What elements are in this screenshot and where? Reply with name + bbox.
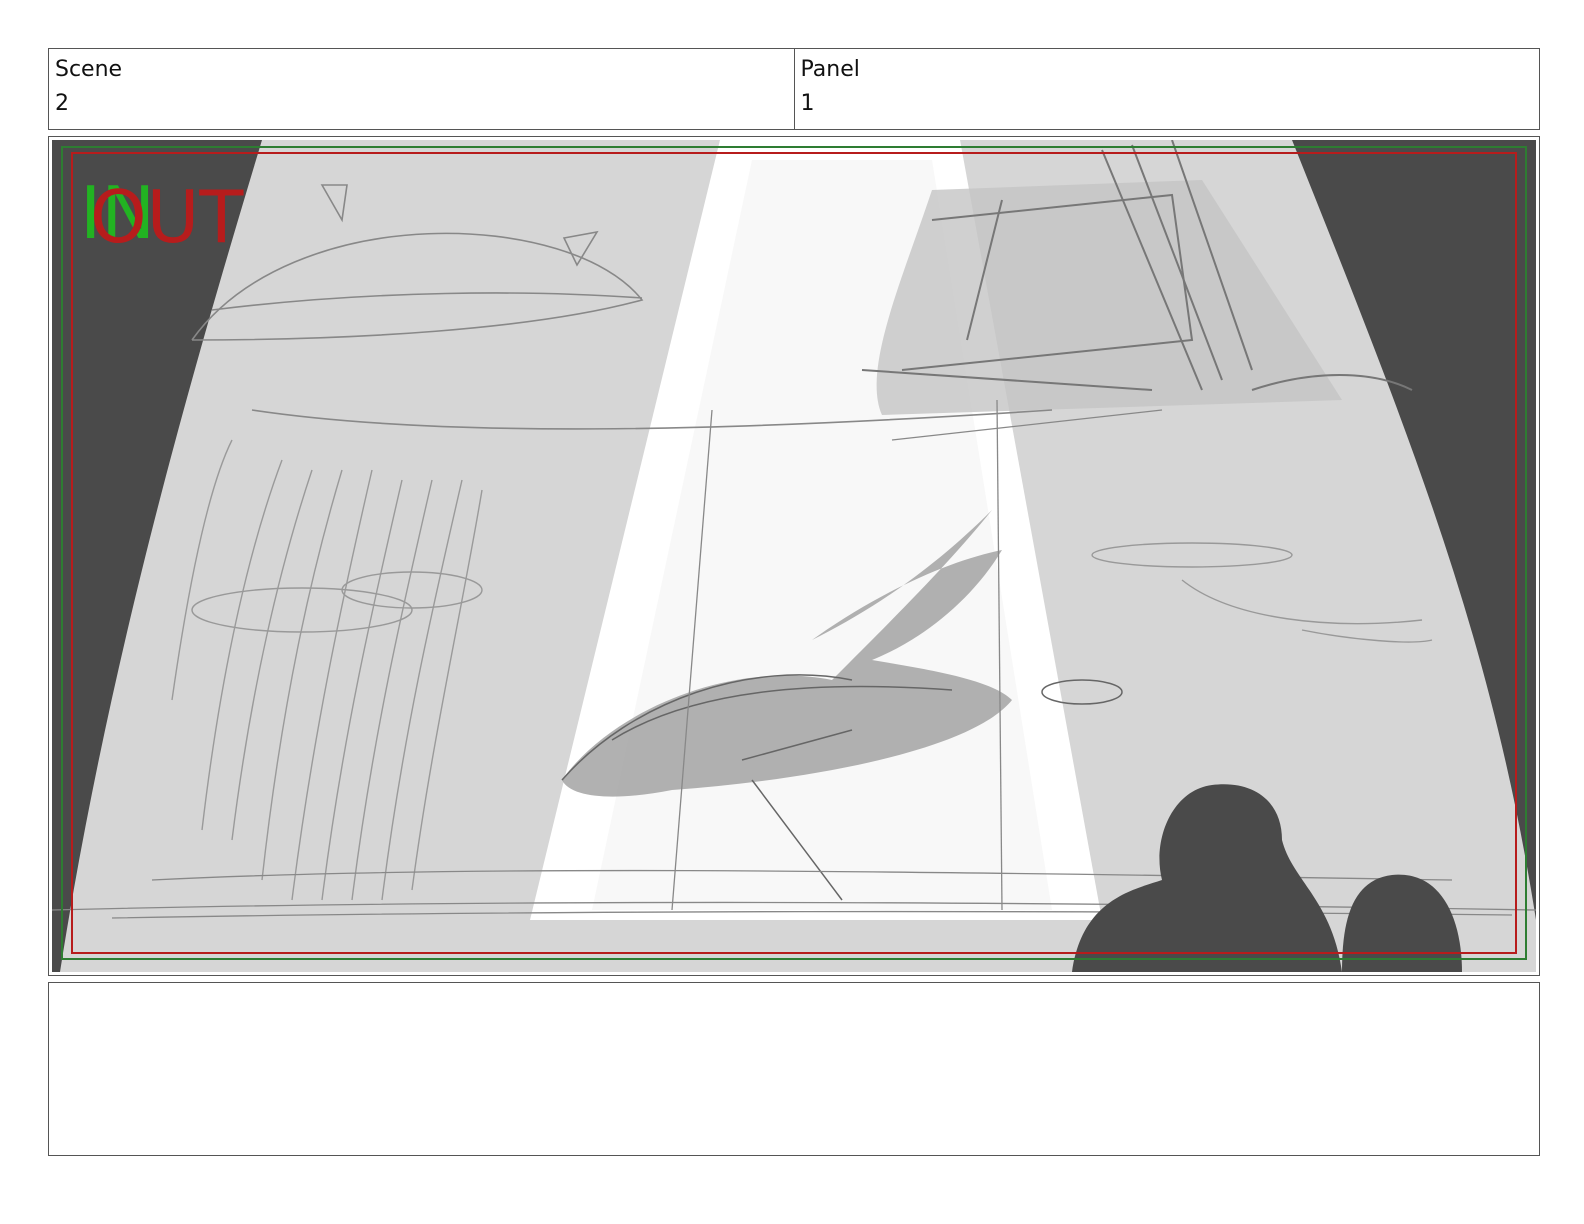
scene-number[interactable]: 2 xyxy=(55,89,788,119)
scene-field[interactable]: Scene 2 xyxy=(49,49,794,129)
storyboard-panel[interactable]: IN OUT xyxy=(48,136,1540,976)
scene-label: Scene xyxy=(55,57,123,82)
panel-label: Panel xyxy=(800,57,860,82)
out-marker: OUT xyxy=(90,175,244,259)
notes-text[interactable] xyxy=(49,983,1539,999)
panel-number[interactable]: 1 xyxy=(801,89,1534,119)
panel-notes[interactable] xyxy=(48,982,1540,1156)
panel-field[interactable]: Panel 1 xyxy=(793,49,1540,129)
storyboard-sketch: IN OUT xyxy=(52,140,1536,972)
panel-header: Scene 2 Panel 1 xyxy=(48,48,1540,130)
